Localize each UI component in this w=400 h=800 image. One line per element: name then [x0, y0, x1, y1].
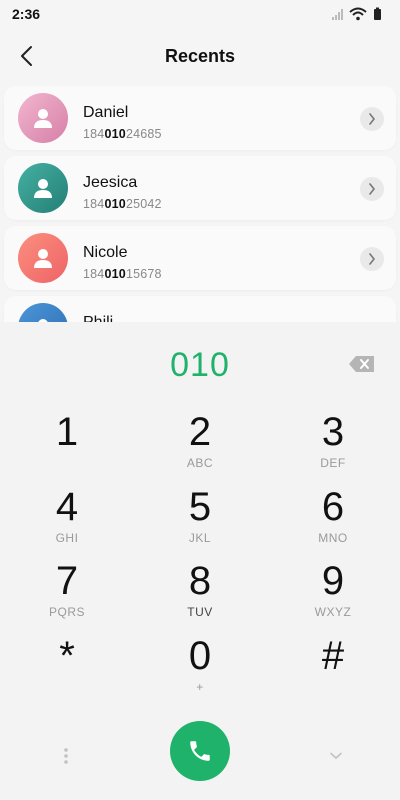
chevron-right-icon — [369, 183, 376, 195]
contact-row-jeesica[interactable]: Jeesica 18401025042 — [4, 156, 396, 220]
contact-row-daniel[interactable]: Daniel 18401024685 — [4, 86, 396, 150]
backspace-icon — [349, 356, 374, 372]
key-digit: 1 — [55, 410, 79, 454]
key-letters: TUV — [187, 605, 213, 619]
chevron-right-icon — [369, 113, 376, 125]
key-9[interactable]: 9 WXYZ — [278, 559, 388, 631]
contact-name: Daniel — [83, 104, 129, 121]
phone-icon — [190, 741, 210, 761]
contact-name: Nicole — [83, 244, 128, 261]
key-digit: 7 — [55, 559, 79, 603]
key-hash[interactable]: # — [278, 634, 388, 706]
key-digit: * — [59, 634, 75, 678]
person-icon — [34, 179, 52, 198]
key-4[interactable]: 4 GHI — [12, 485, 122, 557]
contact-detail-button[interactable] — [360, 107, 384, 131]
key-letters: + — [196, 680, 204, 694]
collapse-dialpad-button[interactable] — [324, 736, 348, 776]
contact-detail-button[interactable] — [360, 177, 384, 201]
key-0[interactable]: 0 + — [145, 634, 255, 706]
contact-number: 18401025042 — [83, 197, 162, 211]
key-digit: 8 — [188, 559, 212, 603]
backspace-button[interactable] — [348, 354, 376, 374]
key-star[interactable]: * — [12, 634, 122, 706]
battery-icon — [374, 7, 381, 20]
key-digit: # — [321, 634, 345, 678]
call-button[interactable] — [170, 721, 230, 781]
contact-detail-button[interactable] — [360, 247, 384, 271]
key-digit: 6 — [321, 485, 345, 529]
status-bar: 2:36 — [0, 0, 400, 28]
key-letters: ABC — [186, 456, 214, 470]
person-icon — [34, 249, 52, 268]
key-letters: GHI — [55, 531, 79, 545]
contact-number: 18401015678 — [83, 267, 162, 281]
key-letters: DEF — [320, 456, 346, 470]
status-icons — [330, 6, 390, 22]
key-digit: 5 — [188, 485, 212, 529]
key-letters: PQRS — [48, 605, 85, 619]
avatar — [18, 233, 68, 283]
avatar — [18, 93, 68, 143]
key-5[interactable]: 5 JKL — [145, 485, 255, 557]
dial-input[interactable]: 010 — [0, 346, 400, 385]
key-digit: 0 — [188, 634, 212, 678]
signal-icon — [332, 9, 343, 20]
contact-name: Phili — [83, 314, 113, 322]
dialpad: 010 1 2 ABC 3 DEF 4 GHI 5 JKL 6 MNO 7 PQ… — [0, 322, 400, 800]
key-letters: WXYZ — [314, 605, 352, 619]
key-6[interactable]: 6 MNO — [278, 485, 388, 557]
key-8[interactable]: 8 TUV — [145, 559, 255, 631]
status-time: 2:36 — [12, 6, 41, 22]
more-vertical-icon — [64, 748, 68, 764]
more-options-button[interactable] — [56, 736, 76, 776]
avatar — [18, 163, 68, 213]
page-title: Recents — [164, 46, 236, 66]
key-3[interactable]: 3 DEF — [278, 410, 388, 482]
recents-list[interactable]: Daniel 18401024685 Jeesica 18401025042 N… — [0, 84, 400, 322]
wifi-icon — [349, 7, 367, 21]
avatar — [18, 303, 68, 322]
header: Recents — [0, 28, 400, 84]
key-7[interactable]: 7 PQRS — [12, 559, 122, 631]
key-digit: 4 — [55, 485, 79, 529]
contact-name: Jeesica — [83, 174, 138, 191]
key-1[interactable]: 1 — [12, 410, 122, 482]
key-2[interactable]: 2 ABC — [145, 410, 255, 482]
key-digit: 2 — [188, 410, 212, 454]
contact-row-nicole[interactable]: Nicole 18401015678 — [4, 226, 396, 290]
person-icon — [34, 109, 52, 128]
contact-row-phili[interactable]: Phili — [4, 296, 396, 322]
key-digit: 9 — [321, 559, 345, 603]
key-letters: JKL — [188, 531, 212, 545]
contact-number: 18401024685 — [83, 127, 162, 141]
chevron-right-icon — [369, 253, 376, 265]
key-digit: 3 — [321, 410, 345, 454]
key-letters: MNO — [318, 531, 348, 545]
bottom-bar — [0, 714, 400, 800]
chevron-down-icon — [330, 752, 342, 760]
